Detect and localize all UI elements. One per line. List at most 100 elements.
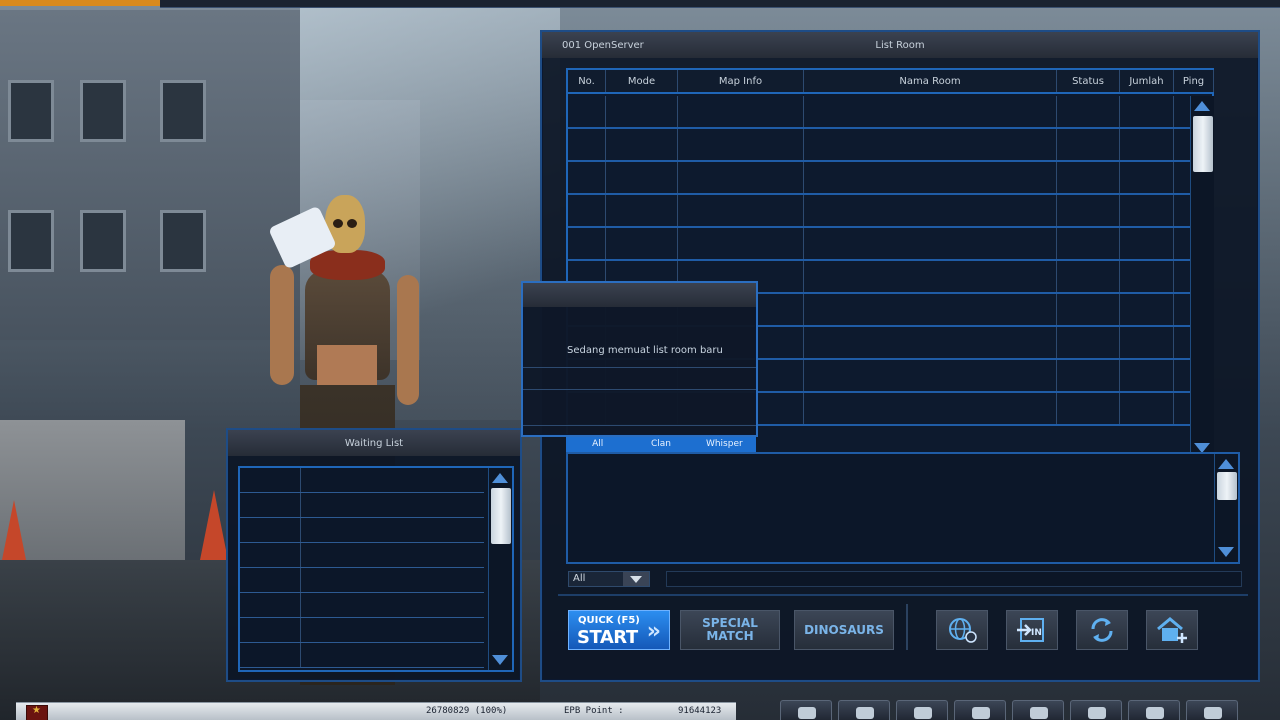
scroll-thumb[interactable] (491, 488, 511, 544)
refresh-icon (1091, 618, 1113, 642)
building-window (80, 80, 126, 142)
room-cell (1057, 96, 1120, 127)
building-window (80, 210, 126, 272)
rank-icon (26, 705, 48, 720)
waiting-list-header: Waiting List (228, 430, 520, 456)
refresh-button[interactable] (1076, 610, 1128, 650)
room-cell (1057, 393, 1120, 424)
room-cell (606, 129, 678, 160)
divider (523, 367, 756, 368)
server-select-button[interactable] (936, 610, 988, 650)
loading-dialog: Sedang memuat list room baru (521, 281, 758, 437)
room-row[interactable] (568, 195, 1214, 228)
room-cell (804, 261, 1057, 292)
chevron-down-icon[interactable] (623, 572, 649, 586)
waiting-list-row[interactable] (240, 468, 484, 493)
building-window (8, 210, 54, 272)
divider (523, 389, 756, 390)
room-cell (804, 162, 1057, 193)
room-cell (804, 327, 1057, 358)
waiting-list-title: Waiting List (344, 437, 404, 449)
building-window (160, 210, 206, 272)
column-header-mode[interactable]: Mode (606, 70, 678, 92)
building-window (160, 80, 206, 142)
gift-icon[interactable] (1012, 700, 1064, 720)
waiting-list-row[interactable] (240, 618, 484, 643)
room-row[interactable] (568, 96, 1214, 129)
divider (523, 425, 756, 426)
profile-icon[interactable] (1070, 700, 1122, 720)
room-row[interactable] (568, 228, 1214, 261)
room-row[interactable] (568, 162, 1214, 195)
chat-tabs: All Clan Whisper (566, 436, 756, 452)
column-header-no[interactable]: No. (568, 70, 606, 92)
scroll-up-arrow[interactable] (492, 473, 508, 483)
chat-tab-clan[interactable]: Clan (629, 436, 692, 452)
gear-icon[interactable] (1128, 700, 1180, 720)
waiting-list-row[interactable] (240, 568, 484, 593)
dinosaurs-button[interactable]: DINOSAURS (794, 610, 894, 650)
scroll-down-arrow[interactable] (492, 655, 508, 665)
room-cell (1057, 228, 1120, 259)
waiting-list-row[interactable] (240, 543, 484, 568)
special-match-button[interactable]: SPECIAL MATCH (680, 610, 780, 650)
chat-filter-select[interactable]: All (568, 571, 650, 587)
chat-scrollbar[interactable] (1214, 454, 1238, 562)
inventory-icon[interactable] (896, 700, 948, 720)
mask-eye (333, 219, 343, 228)
room-cell (606, 96, 678, 127)
room-cell (1057, 129, 1120, 160)
create-room-button[interactable] (1146, 610, 1198, 650)
chat-tab-all[interactable]: All (566, 436, 629, 452)
scroll-thumb[interactable] (1193, 116, 1213, 172)
room-cell (568, 195, 606, 226)
room-cell (606, 195, 678, 226)
svg-text:IN: IN (1031, 628, 1042, 638)
waiting-list-row[interactable] (240, 643, 484, 668)
power-icon[interactable] (1186, 700, 1238, 720)
enter-icon: IN (1017, 618, 1044, 642)
room-cell (606, 162, 678, 193)
room-cell (606, 228, 678, 259)
column-header-map-info[interactable]: Map Info (678, 70, 804, 92)
column-header-jumlah[interactable]: Jumlah (1120, 70, 1174, 92)
loading-dialog-header (523, 283, 756, 307)
waiting-list-panel: Waiting List (226, 428, 522, 682)
character-belly (317, 345, 377, 385)
waiting-list-row[interactable] (240, 518, 484, 543)
epb-value: 91644123 (678, 706, 722, 716)
scroll-thumb[interactable] (1217, 472, 1237, 500)
column-header-nama-room[interactable]: Nama Room (804, 70, 1057, 92)
room-cell (1057, 360, 1120, 391)
room-cell (1120, 327, 1174, 358)
room-cell (804, 360, 1057, 391)
loading-message: Sedang memuat list room baru (567, 345, 723, 356)
room-table-header: No. Mode Map Info Nama Room Status Jumla… (568, 70, 1214, 94)
clan-icon[interactable] (838, 700, 890, 720)
quick-start-small-label: QUICK (F5) (578, 615, 640, 626)
enter-room-button[interactable]: IN (1006, 610, 1058, 650)
top-bar (160, 0, 1280, 8)
building (0, 10, 300, 340)
waiting-list-row[interactable] (240, 593, 484, 618)
room-cell (1057, 261, 1120, 292)
scroll-up-arrow[interactable] (1218, 459, 1234, 469)
room-cell (678, 228, 804, 259)
room-cell (1120, 195, 1174, 226)
room-row[interactable] (568, 129, 1214, 162)
quick-start-button[interactable]: QUICK (F5) START » (568, 610, 670, 650)
room-cell (1120, 294, 1174, 325)
scroll-down-arrow[interactable] (1218, 547, 1234, 557)
waiting-list-row[interactable] (240, 493, 484, 518)
tv-icon[interactable] (780, 700, 832, 720)
chevron-right-icon: » (646, 619, 661, 644)
chat-tab-whisper[interactable]: Whisper (693, 436, 756, 452)
column-header-ping[interactable]: Ping (1174, 70, 1214, 92)
chat-input[interactable] (666, 571, 1242, 587)
column-header-status[interactable]: Status (1057, 70, 1120, 92)
mask-eye (347, 219, 357, 228)
shop-icon[interactable] (954, 700, 1006, 720)
waiting-list-scrollbar[interactable] (488, 468, 512, 670)
room-scrollbar[interactable] (1190, 96, 1214, 458)
scroll-up-arrow[interactable] (1194, 101, 1210, 111)
